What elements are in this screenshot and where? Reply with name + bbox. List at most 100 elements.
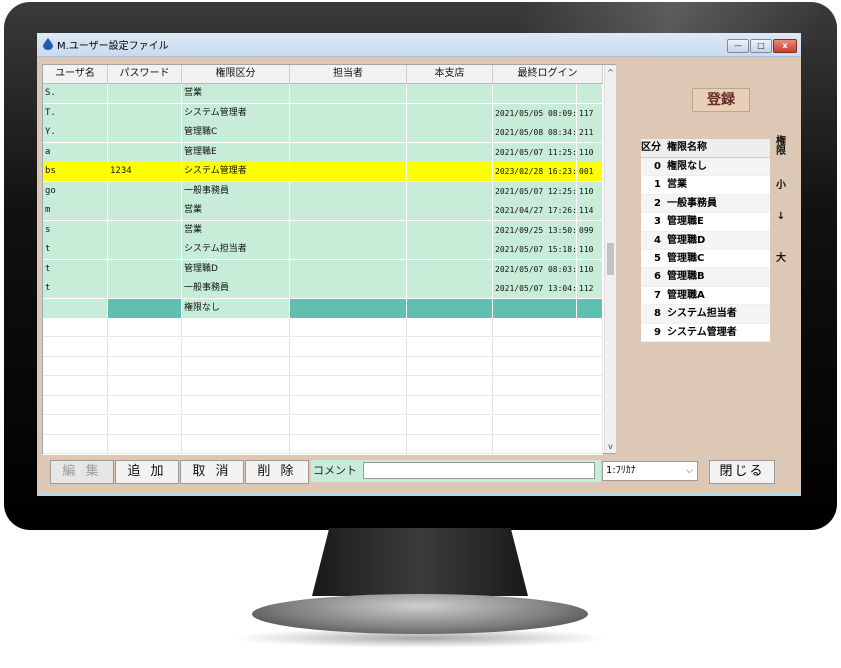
cell-password[interactable] — [108, 220, 182, 240]
cell-user[interactable]: bs — [43, 162, 108, 181]
cell-staff[interactable] — [290, 142, 407, 162]
empty-cell[interactable] — [407, 337, 493, 357]
cell-last-login[interactable]: 2021/05/07 15:18:58 — [493, 240, 577, 259]
minimize-button[interactable]: — — [727, 39, 749, 53]
cell-staff[interactable] — [290, 220, 407, 240]
cell-staff[interactable] — [290, 240, 407, 259]
empty-cell[interactable] — [493, 357, 603, 376]
cell-branch[interactable] — [407, 298, 493, 318]
empty-cell[interactable] — [108, 357, 182, 376]
cell-user[interactable]: Y. — [43, 123, 108, 142]
cell-branch[interactable] — [407, 123, 493, 142]
edit-button[interactable]: 編 集 — [50, 460, 114, 484]
empty-cell[interactable] — [407, 318, 493, 337]
empty-cell[interactable] — [290, 415, 407, 435]
table-row[interactable]: 権限なし — [43, 298, 603, 318]
cell-login-count[interactable]: 099 — [577, 220, 603, 240]
cell-auth[interactable]: 管理職D — [182, 259, 290, 279]
scroll-down-icon[interactable]: v — [605, 441, 616, 453]
empty-cell[interactable] — [290, 396, 407, 415]
empty-cell[interactable] — [182, 415, 290, 435]
maximize-button[interactable]: □ — [750, 39, 772, 53]
empty-cell[interactable] — [108, 435, 182, 454]
cell-auth[interactable]: 管理職C — [182, 123, 290, 142]
chevron-down-icon[interactable]: ⌵ — [686, 462, 693, 480]
empty-cell[interactable] — [493, 396, 603, 415]
cell-branch[interactable] — [407, 240, 493, 259]
grid-scrollbar[interactable]: ^ v — [604, 65, 616, 453]
empty-cell[interactable] — [182, 435, 290, 454]
table-row-empty[interactable] — [43, 357, 603, 377]
cell-login-count[interactable]: 112 — [577, 279, 603, 298]
empty-cell[interactable] — [290, 337, 407, 357]
table-row-empty[interactable] — [43, 318, 603, 338]
col-header-user[interactable]: ユーザ名 — [43, 65, 108, 83]
cell-password[interactable] — [108, 84, 182, 103]
empty-cell[interactable] — [493, 376, 603, 396]
table-row[interactable]: t 管理職D 2021/05/07 08:03:08110 — [43, 259, 603, 279]
empty-cell[interactable] — [290, 376, 407, 396]
empty-cell[interactable] — [493, 435, 603, 454]
empty-cell[interactable] — [493, 415, 603, 435]
cell-auth[interactable]: 営業 — [182, 220, 290, 240]
table-row[interactable]: S. 営業 — [43, 84, 603, 104]
cell-login-count[interactable] — [577, 298, 603, 318]
cell-login-count[interactable]: 110 — [577, 259, 603, 279]
cell-auth[interactable]: システム管理者 — [182, 162, 290, 181]
cell-last-login[interactable]: 2021/05/07 11:25:12 — [493, 142, 577, 162]
cell-user[interactable]: a — [43, 142, 108, 162]
cell-password[interactable] — [108, 201, 182, 220]
cell-login-count[interactable]: 110 — [577, 240, 603, 259]
empty-cell[interactable] — [43, 415, 108, 435]
cell-auth[interactable]: 営業 — [182, 84, 290, 103]
cell-branch[interactable] — [407, 220, 493, 240]
empty-cell[interactable] — [182, 357, 290, 376]
cell-password[interactable] — [108, 298, 182, 318]
cell-login-count[interactable]: 117 — [577, 103, 603, 123]
cell-auth[interactable]: 営業 — [182, 201, 290, 220]
cell-user[interactable]: go — [43, 181, 108, 201]
cell-password[interactable] — [108, 103, 182, 123]
empty-cell[interactable] — [43, 318, 108, 337]
cell-password[interactable] — [108, 240, 182, 259]
cell-staff[interactable] — [290, 201, 407, 220]
empty-cell[interactable] — [407, 415, 493, 435]
cell-password[interactable] — [108, 181, 182, 201]
empty-cell[interactable] — [493, 337, 603, 357]
table-row-empty[interactable] — [43, 435, 603, 455]
empty-cell[interactable] — [43, 396, 108, 415]
empty-cell[interactable] — [108, 318, 182, 337]
empty-cell[interactable] — [290, 357, 407, 376]
scroll-up-icon[interactable]: ^ — [605, 67, 616, 79]
cell-password[interactable] — [108, 279, 182, 298]
cell-auth[interactable]: 一般事務員 — [182, 181, 290, 201]
cell-user[interactable]: t — [43, 240, 108, 259]
cell-branch[interactable] — [407, 84, 493, 103]
empty-cell[interactable] — [182, 396, 290, 415]
cell-user[interactable]: t — [43, 279, 108, 298]
kana-select[interactable]: 1:ﾌﾘｶﾅ ⌵ — [602, 461, 698, 481]
empty-cell[interactable] — [43, 435, 108, 454]
cell-last-login[interactable]: 2021/05/08 08:34:25 — [493, 123, 577, 142]
cell-branch[interactable] — [407, 201, 493, 220]
cell-login-count[interactable] — [577, 84, 603, 103]
col-header-auth[interactable]: 権限区分 — [182, 65, 290, 83]
cell-auth[interactable]: 管理職E — [182, 142, 290, 162]
cell-login-count[interactable]: 001 — [577, 162, 603, 181]
cell-last-login[interactable] — [493, 298, 577, 318]
table-row[interactable]: s 営業 2021/09/25 13:50:44099 — [43, 220, 603, 240]
cell-auth[interactable]: システム管理者 — [182, 103, 290, 123]
table-row[interactable]: T. システム管理者 2021/05/05 08:09:53117 — [43, 103, 603, 123]
empty-cell[interactable] — [182, 376, 290, 396]
cell-last-login[interactable]: 2023/02/28 16:23:50 — [493, 162, 577, 181]
close-window-button[interactable]: x — [773, 39, 797, 53]
table-row[interactable]: t 一般事務員 2021/05/07 13:04:24112 — [43, 279, 603, 299]
cell-password[interactable] — [108, 259, 182, 279]
cell-password[interactable]: 1234 — [108, 162, 182, 181]
table-row[interactable]: go 一般事務員 2021/05/07 12:25:09110 — [43, 181, 603, 201]
cell-password[interactable] — [108, 142, 182, 162]
empty-cell[interactable] — [108, 415, 182, 435]
empty-cell[interactable] — [43, 376, 108, 396]
delete-button[interactable]: 削 除 — [245, 460, 309, 484]
table-row[interactable]: Y. 管理職C 2021/05/08 08:34:25211 — [43, 123, 603, 143]
